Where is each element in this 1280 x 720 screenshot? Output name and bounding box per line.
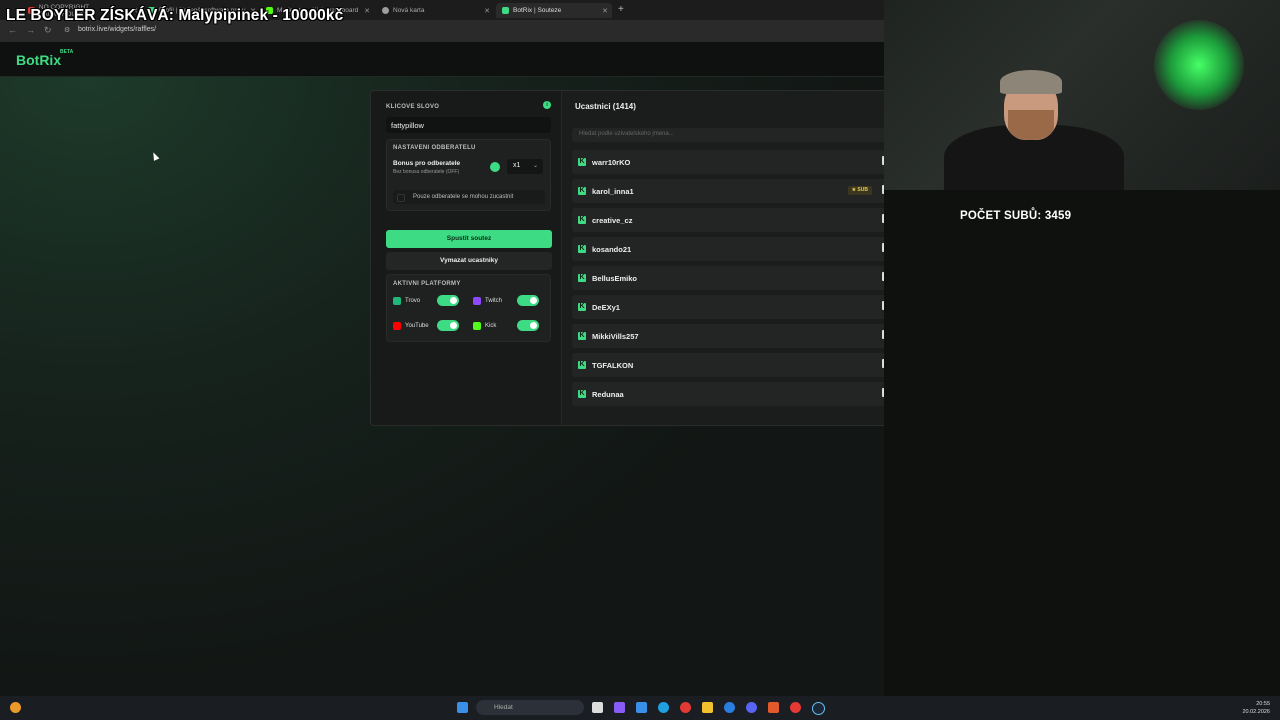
kick-icon: K xyxy=(578,361,586,369)
participants-panel: Ucastnici (1414) Hledat podle uzivatelsk… xyxy=(561,91,894,425)
bonus-info-icon[interactable] xyxy=(490,162,500,172)
beta-badge: BETA xyxy=(60,49,74,55)
sub-badge: ★ SUB xyxy=(847,186,872,195)
kick-icon: K xyxy=(578,390,586,398)
task-view-icon[interactable] xyxy=(592,702,603,713)
app-header: BotRix BETA xyxy=(0,42,884,77)
folder-icon[interactable] xyxy=(702,702,713,713)
youtube-icon xyxy=(393,322,401,330)
list-item[interactable]: Kwarr10rKO xyxy=(572,150,894,174)
stream-side-panel xyxy=(884,190,1280,696)
platform-trovo: Trovo xyxy=(393,297,420,305)
taskbar: Hledat 20:55 20.02.2026 xyxy=(0,696,1280,720)
chevron-down-icon: ⌄ xyxy=(532,163,538,169)
mouse-cursor-icon xyxy=(150,151,160,161)
botrix-icon xyxy=(502,7,509,14)
steam-icon[interactable] xyxy=(812,702,825,715)
list-item[interactable]: Kkarol_inna1 ★ SUB xyxy=(572,179,894,203)
raffle-widget: KLICOVE SLOVO i fattypillow NASTAVENI OD… xyxy=(370,90,910,426)
globe-icon xyxy=(382,7,389,14)
keyword-label: KLICOVE SLOVO xyxy=(386,104,440,110)
widgets-icon[interactable] xyxy=(614,702,625,713)
tab-5[interactable]: BotRix | Souteze ✕ xyxy=(496,3,612,18)
kick-icon xyxy=(473,322,481,330)
close-icon[interactable]: ✕ xyxy=(602,7,608,15)
list-item[interactable]: Kcreative_cz xyxy=(572,208,894,232)
youtube-toggle[interactable] xyxy=(437,320,459,331)
app-icon[interactable] xyxy=(768,702,779,713)
bonus-title: Bonus pro odberatele xyxy=(393,160,461,167)
participant-search-input[interactable]: Hledat podle uzivatelskeho jmena... xyxy=(572,128,894,142)
site-info-icon[interactable]: ⚙ xyxy=(64,26,70,34)
botrix-logo[interactable]: BotRix xyxy=(16,52,61,68)
clear-participants-button[interactable]: Vymazat ucastniky xyxy=(386,252,552,270)
platforms-label: AKTIVNI PLATFORMY xyxy=(393,281,461,287)
only-subs-checkbox[interactable] xyxy=(397,194,405,202)
kick-icon: K xyxy=(578,187,586,195)
chrome-icon[interactable] xyxy=(790,702,801,713)
weather-icon[interactable] xyxy=(10,702,21,713)
only-subs-option[interactable]: Pouze odberatele se mohou zucastnit xyxy=(393,190,545,204)
kick-icon: K xyxy=(578,303,586,311)
store-icon[interactable] xyxy=(636,702,647,713)
list-item[interactable]: K DeEXy1 xyxy=(572,295,894,319)
edge-icon[interactable] xyxy=(658,702,669,713)
discord-icon[interactable] xyxy=(746,702,757,713)
twitch-icon xyxy=(473,297,481,305)
platform-youtube: YouTube xyxy=(393,322,429,330)
twitch-toggle[interactable] xyxy=(517,295,539,306)
taskbar-search[interactable]: Hledat xyxy=(476,700,584,715)
platform-kick: Kick xyxy=(473,322,496,330)
kick-icon: K xyxy=(578,216,586,224)
list-item[interactable]: K TGFALKON xyxy=(572,353,894,377)
subscriber-settings: NASTAVENI ODBERATELU Bonus pro odberatel… xyxy=(386,139,551,211)
keyword-input[interactable]: fattypillow xyxy=(386,117,551,133)
subscriber-settings-label: NASTAVENI ODBERATELU xyxy=(393,145,476,151)
sub-count: POČET SUBŮ: 3459 xyxy=(960,210,1072,222)
participants-title: Ucastnici (1414) xyxy=(575,102,636,111)
start-icon[interactable] xyxy=(457,702,468,713)
bonus-subtitle: Bez bonusu odberatele (OFF) xyxy=(393,169,460,175)
trovo-icon xyxy=(393,297,401,305)
green-lamp xyxy=(1154,20,1244,110)
url-field[interactable]: botrix.live/widgets/raffles/ xyxy=(78,26,156,33)
kick-icon: K xyxy=(578,274,586,282)
browser-window: NO COPYRIGHT BACKGROUND ✕ Profil | Nejlep… xyxy=(0,0,910,696)
start-raffle-button[interactable]: Spustit soutez xyxy=(386,230,552,248)
close-icon[interactable]: ✕ xyxy=(484,7,490,15)
list-item[interactable]: K MikkiVills257 xyxy=(572,324,894,348)
tab-4[interactable]: Nová karta ✕ xyxy=(376,3,494,18)
info-icon[interactable]: i xyxy=(543,101,551,109)
new-tab-button[interactable]: + xyxy=(618,4,624,15)
forward-icon[interactable]: → xyxy=(26,25,35,35)
kick-icon: K xyxy=(578,158,586,166)
multiplier-select[interactable]: x1 ⌄ xyxy=(507,159,543,174)
platforms-box: AKTIVNI PLATFORMY Trovo Twitch YouTube K… xyxy=(386,274,551,342)
page-content: BotRix BETA KLICOVE SLOVO i fattypillow … xyxy=(0,42,910,696)
app-icon[interactable] xyxy=(724,702,735,713)
webcam-feed xyxy=(884,0,1280,190)
kick-icon: K xyxy=(578,332,586,340)
streamer-beard xyxy=(1008,110,1054,140)
clock[interactable]: 20:55 20.02.2026 xyxy=(1242,700,1270,716)
only-subs-label: Pouze odberatele se mohou zucastnit xyxy=(413,194,514,200)
back-icon[interactable]: ← xyxy=(8,25,17,35)
list-item[interactable]: K Redunaa xyxy=(572,382,894,406)
reload-icon[interactable]: ↻ xyxy=(44,25,52,36)
close-icon[interactable]: ✕ xyxy=(364,7,370,15)
platform-twitch: Twitch xyxy=(473,297,502,305)
streamer-cap xyxy=(1000,70,1062,94)
kick-icon: K xyxy=(578,245,586,253)
list-item[interactable]: Kkosando21 xyxy=(572,237,894,261)
list-item[interactable]: K BellusEmiko xyxy=(572,266,894,290)
kick-toggle[interactable] xyxy=(517,320,539,331)
chrome-icon[interactable] xyxy=(680,702,691,713)
trovo-toggle[interactable] xyxy=(437,295,459,306)
stream-overlay-title: LE BOYLER ZÍSKÁVÁ: Malypipinek - 10000kč xyxy=(6,7,344,24)
